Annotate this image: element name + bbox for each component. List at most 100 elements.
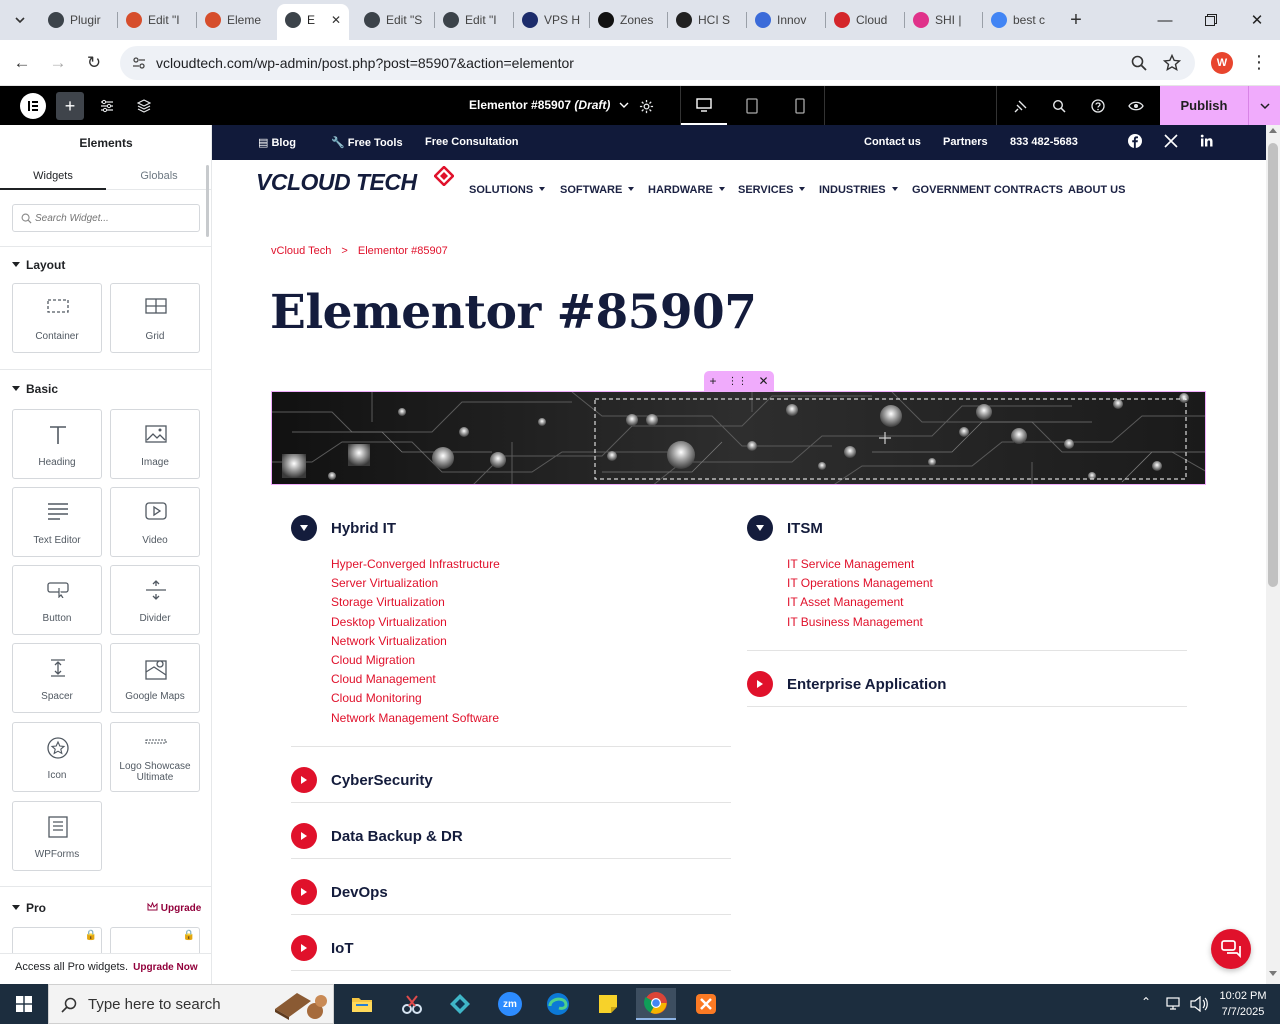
forward-button[interactable]: →: [46, 51, 70, 75]
accordion-expand-icon[interactable]: [747, 670, 773, 697]
back-button[interactable]: ←: [10, 51, 34, 75]
close-tab-icon[interactable]: ✕: [331, 13, 341, 27]
add-section-icon[interactable]: +: [709, 374, 716, 388]
accordion-link[interactable]: Storage Virtualization: [331, 595, 445, 609]
tablet-view-button[interactable]: [729, 86, 775, 125]
reload-button[interactable]: ↻: [82, 51, 106, 75]
browser-tab[interactable]: SHI |: [905, 6, 983, 34]
widget-logo-showcase[interactable]: Logo Showcase Ultimate: [110, 722, 200, 792]
nav-item-industries[interactable]: INDUSTRIES: [819, 184, 898, 196]
scroll-down-arrow[interactable]: [1269, 971, 1277, 976]
bookmark-star-icon[interactable]: [1163, 54, 1181, 72]
xampp-taskbar[interactable]: [686, 988, 726, 1020]
upgrade-link[interactable]: Upgrade: [147, 901, 201, 914]
layout-section-toggle[interactable]: Layout: [12, 258, 65, 272]
app-taskbar[interactable]: [440, 988, 480, 1020]
site-info-icon[interactable]: [132, 56, 146, 70]
topbar-phone[interactable]: 833 482-5683: [1010, 136, 1078, 148]
widget-heading[interactable]: Heading: [12, 409, 102, 479]
volume-icon[interactable]: [1190, 996, 1208, 1012]
address-bar[interactable]: vcloudtech.com/wp-admin/post.php?post=85…: [120, 46, 1195, 80]
taskbar-search-box[interactable]: Type here to search: [48, 984, 334, 1024]
nav-item-about-us[interactable]: ABOUT US: [1068, 184, 1125, 196]
accordion-title[interactable]: DevOps: [331, 884, 388, 901]
tab-widgets[interactable]: Widgets: [0, 162, 106, 190]
widget-grid[interactable]: Grid: [110, 283, 200, 353]
accordion-expand-icon[interactable]: [291, 878, 317, 905]
page-title[interactable]: Elementor #85907: [270, 285, 757, 340]
page-settings-button[interactable]: [634, 94, 658, 118]
browser-tab[interactable]: Edit "I: [435, 6, 513, 34]
browser-tab[interactable]: Edit "S: [356, 6, 434, 34]
new-tab-button[interactable]: +: [1064, 8, 1088, 32]
tab-search-button[interactable]: [8, 8, 32, 32]
edge-taskbar[interactable]: [538, 988, 578, 1020]
accordion-link[interactable]: Cloud Management: [331, 672, 436, 686]
widget-text-editor[interactable]: Text Editor: [12, 487, 102, 557]
sticky-notes-taskbar[interactable]: [588, 988, 628, 1020]
tab-globals[interactable]: Globals: [106, 162, 211, 190]
x-twitter-icon[interactable]: [1164, 134, 1178, 148]
widget-spacer[interactable]: Spacer: [12, 643, 102, 713]
zoom-icon[interactable]: [1131, 55, 1147, 71]
breadcrumb-home[interactable]: vCloud Tech: [271, 245, 331, 257]
accordion-expand-icon[interactable]: [291, 822, 317, 849]
publish-button[interactable]: Publish: [1160, 86, 1248, 125]
search-widget-input[interactable]: [35, 209, 195, 227]
browser-menu-button[interactable]: ⋮: [1250, 51, 1268, 75]
file-explorer-taskbar[interactable]: [342, 988, 382, 1020]
browser-tab[interactable]: Cloud: [826, 6, 904, 34]
topbar-link-contact[interactable]: Contact us: [864, 136, 921, 148]
linkedin-icon[interactable]: [1200, 134, 1213, 147]
search-widget-box[interactable]: [12, 204, 200, 232]
close-window-button[interactable]: ✕: [1234, 0, 1280, 40]
ai-button[interactable]: [1009, 94, 1033, 118]
browser-tab[interactable]: HCI S: [668, 6, 746, 34]
search-highlight-image[interactable]: [271, 987, 329, 1021]
browser-tab[interactable]: Plugir: [40, 6, 118, 34]
basic-section-toggle[interactable]: Basic: [12, 382, 58, 396]
accordion-link[interactable]: IT Operations Management: [787, 576, 933, 590]
finder-button[interactable]: [1047, 94, 1071, 118]
url-text[interactable]: vcloudtech.com/wp-admin/post.php?post=85…: [156, 55, 574, 71]
topbar-link-blog[interactable]: ▤ Blog: [258, 136, 296, 149]
facebook-icon[interactable]: [1128, 134, 1142, 148]
help-button[interactable]: [1086, 94, 1110, 118]
add-element-button[interactable]: +: [56, 92, 84, 120]
circuit-banner-image[interactable]: [271, 391, 1206, 485]
network-icon[interactable]: [1166, 997, 1182, 1011]
nav-item-hardware[interactable]: HARDWARE: [648, 184, 725, 196]
accordion-link[interactable]: Server Virtualization: [331, 576, 438, 590]
pro-section-toggle[interactable]: Pro: [12, 901, 46, 915]
browser-tab[interactable]: best c: [983, 6, 1061, 34]
preview-button[interactable]: [1124, 94, 1148, 118]
topbar-link-partners[interactable]: Partners: [943, 136, 988, 148]
accordion-expand-icon[interactable]: [291, 766, 317, 793]
mobile-view-button[interactable]: [777, 86, 823, 125]
browser-tab[interactable]: Innov: [747, 6, 825, 34]
canvas-scrollbar[interactable]: [1266, 125, 1280, 985]
topbar-link-free-tools[interactable]: 🔧 Free Tools: [331, 136, 403, 149]
accordion-link[interactable]: Hyper-Converged Infrastructure: [331, 557, 500, 571]
browser-tab[interactable]: Eleme: [197, 6, 275, 34]
widget-button[interactable]: Button: [12, 565, 102, 635]
accordion-title[interactable]: ITSM: [787, 520, 823, 537]
accordion-collapse-icon[interactable]: [747, 515, 773, 541]
snipping-tool-taskbar[interactable]: [392, 988, 432, 1020]
accordion-link[interactable]: IT Asset Management: [787, 595, 904, 609]
elementor-logo-button[interactable]: [20, 93, 46, 119]
accordion-link[interactable]: Cloud Monitoring: [331, 691, 422, 705]
accordion-link[interactable]: Network Virtualization: [331, 634, 447, 648]
accordion-collapse-icon[interactable]: [291, 515, 317, 541]
clock[interactable]: 10:02 PM 7/7/2025: [1214, 988, 1272, 1020]
browser-tab[interactable]: Zones: [590, 6, 668, 34]
site-logo[interactable]: VCLOUD TECH: [256, 166, 454, 196]
widget-wpforms[interactable]: WPForms: [12, 801, 102, 871]
accordion-title[interactable]: Data Backup & DR: [331, 828, 463, 845]
accordion-title[interactable]: Hybrid IT: [331, 520, 396, 537]
scroll-up-arrow[interactable]: [1269, 128, 1277, 133]
accordion-title[interactable]: IoT: [331, 940, 354, 957]
accordion-link[interactable]: IT Service Management: [787, 557, 914, 571]
widget-google-maps[interactable]: Google Maps: [110, 643, 200, 713]
chrome-taskbar[interactable]: [636, 988, 676, 1020]
